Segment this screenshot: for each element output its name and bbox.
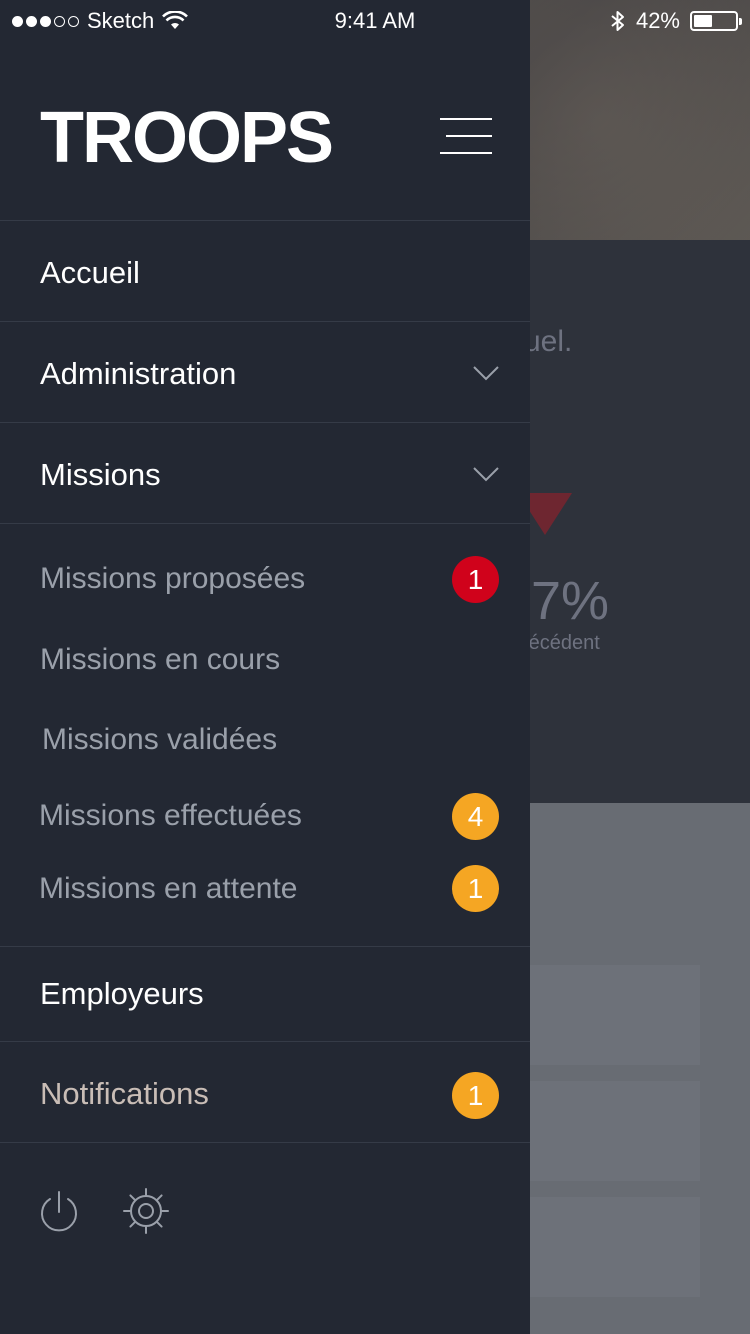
navigation-drawer: TROOPS Accueil Administration Missions M… <box>0 0 530 1334</box>
submenu-item-label: Missions effectuées <box>39 799 302 832</box>
submenu-item-label: Missions validées <box>42 723 278 756</box>
settings-icon[interactable] <box>122 1187 170 1235</box>
submenu-item-missions-effectuees[interactable]: Missions effectuées 4 <box>0 778 530 854</box>
troops-logo: TROOPS <box>40 98 334 178</box>
battery-icon <box>690 11 742 31</box>
notification-badge: 1 <box>452 556 499 603</box>
status-bar: Sketch 9:41 AM 42% <box>0 0 750 40</box>
notification-badge: 1 <box>452 1072 499 1119</box>
submenu-item-missions-validees[interactable]: Missions validées <box>0 702 530 778</box>
notification-badge: 4 <box>452 793 499 840</box>
power-icon[interactable] <box>38 1190 80 1234</box>
submenu-item-missions-en-cours[interactable]: Missions en cours <box>0 622 530 698</box>
submenu-item-missions-proposees[interactable]: Missions proposées 1 <box>0 541 530 617</box>
submenu-item-label: Missions en attente <box>39 872 298 905</box>
menu-item-accueil[interactable]: Accueil <box>0 221 530 321</box>
menu-item-label: Notifications <box>40 1076 209 1111</box>
divider <box>0 1142 530 1143</box>
menu-item-employeurs[interactable]: Employeurs <box>0 947 530 1041</box>
hamburger-icon[interactable] <box>440 118 492 156</box>
notification-badge: 1 <box>452 865 499 912</box>
submenu-item-label: Missions proposées <box>40 562 306 595</box>
battery-percentage: 42% <box>635 8 680 33</box>
status-right: 42% <box>610 8 742 34</box>
menu-item-administration[interactable]: Administration <box>0 322 530 422</box>
background-caption: récédent <box>522 632 600 654</box>
menu-item-label: Administration <box>40 356 237 391</box>
bluetooth-icon <box>611 11 624 31</box>
drawer-header: TROOPS <box>0 40 530 220</box>
submenu-item-label: Missions en cours <box>40 643 281 676</box>
menu-item-label: Employeurs <box>40 976 204 1011</box>
chevron-down-icon <box>473 467 499 482</box>
submenu-item-missions-en-attente[interactable]: Missions en attente 1 <box>0 851 530 927</box>
menu-item-notifications[interactable]: Notifications 1 <box>0 1042 530 1142</box>
background-text: uel. <box>524 325 573 358</box>
chevron-down-icon <box>473 366 499 381</box>
menu-item-missions[interactable]: Missions <box>0 423 530 523</box>
menu-item-label: Missions <box>40 457 161 492</box>
menu-item-label: Accueil <box>40 255 140 290</box>
divider <box>0 523 530 524</box>
